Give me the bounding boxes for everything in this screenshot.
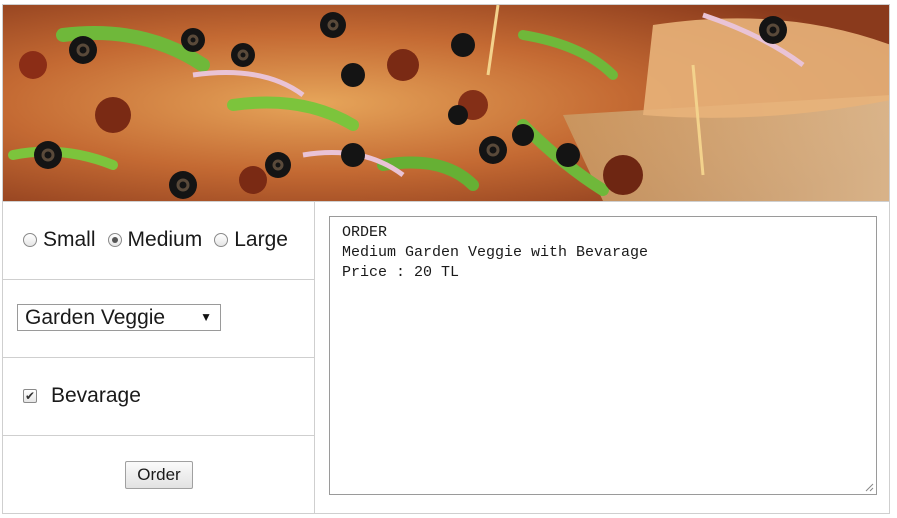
order-summary-line-3: Price : 20 TL [342,264,460,281]
options-panel: Small Medium Large Garden Veggie ▼ ✔ Bev… [3,202,315,513]
order-summary-line-1: ORDER [342,224,388,241]
size-large-label[interactable]: Large [234,228,288,252]
order-button[interactable]: Order [125,461,193,489]
size-radio-group: Small Medium Large [23,228,300,252]
pizza-banner-image [3,5,889,202]
pizza-type-select[interactable]: Garden Veggie ▼ [17,304,221,331]
size-small-label[interactable]: Small [43,228,96,252]
order-summary-textarea[interactable]: ORDER Medium Garden Veggie with Bevarage… [329,216,877,495]
size-medium-label[interactable]: Medium [128,228,203,252]
resize-handle-icon[interactable] [864,482,874,492]
beverage-checkbox[interactable]: ✔ [23,389,37,403]
size-small-radio[interactable] [23,233,37,247]
order-output-panel: ORDER Medium Garden Veggie with Bevarage… [315,202,889,513]
order-summary-line-2: Medium Garden Veggie with Bevarage [342,244,649,261]
size-large-radio[interactable] [214,233,229,247]
dropdown-arrow-icon: ▼ [200,310,212,324]
beverage-label[interactable]: Bevarage [51,384,141,408]
beverage-option: ✔ Bevarage [23,384,141,408]
pizza-order-form: Small Medium Large Garden Veggie ▼ ✔ Bev… [2,4,890,514]
pizza-type-selected-value: Garden Veggie [25,306,166,329]
size-medium-radio[interactable] [107,233,122,247]
size-options-cell: Small Medium Large [3,202,314,280]
